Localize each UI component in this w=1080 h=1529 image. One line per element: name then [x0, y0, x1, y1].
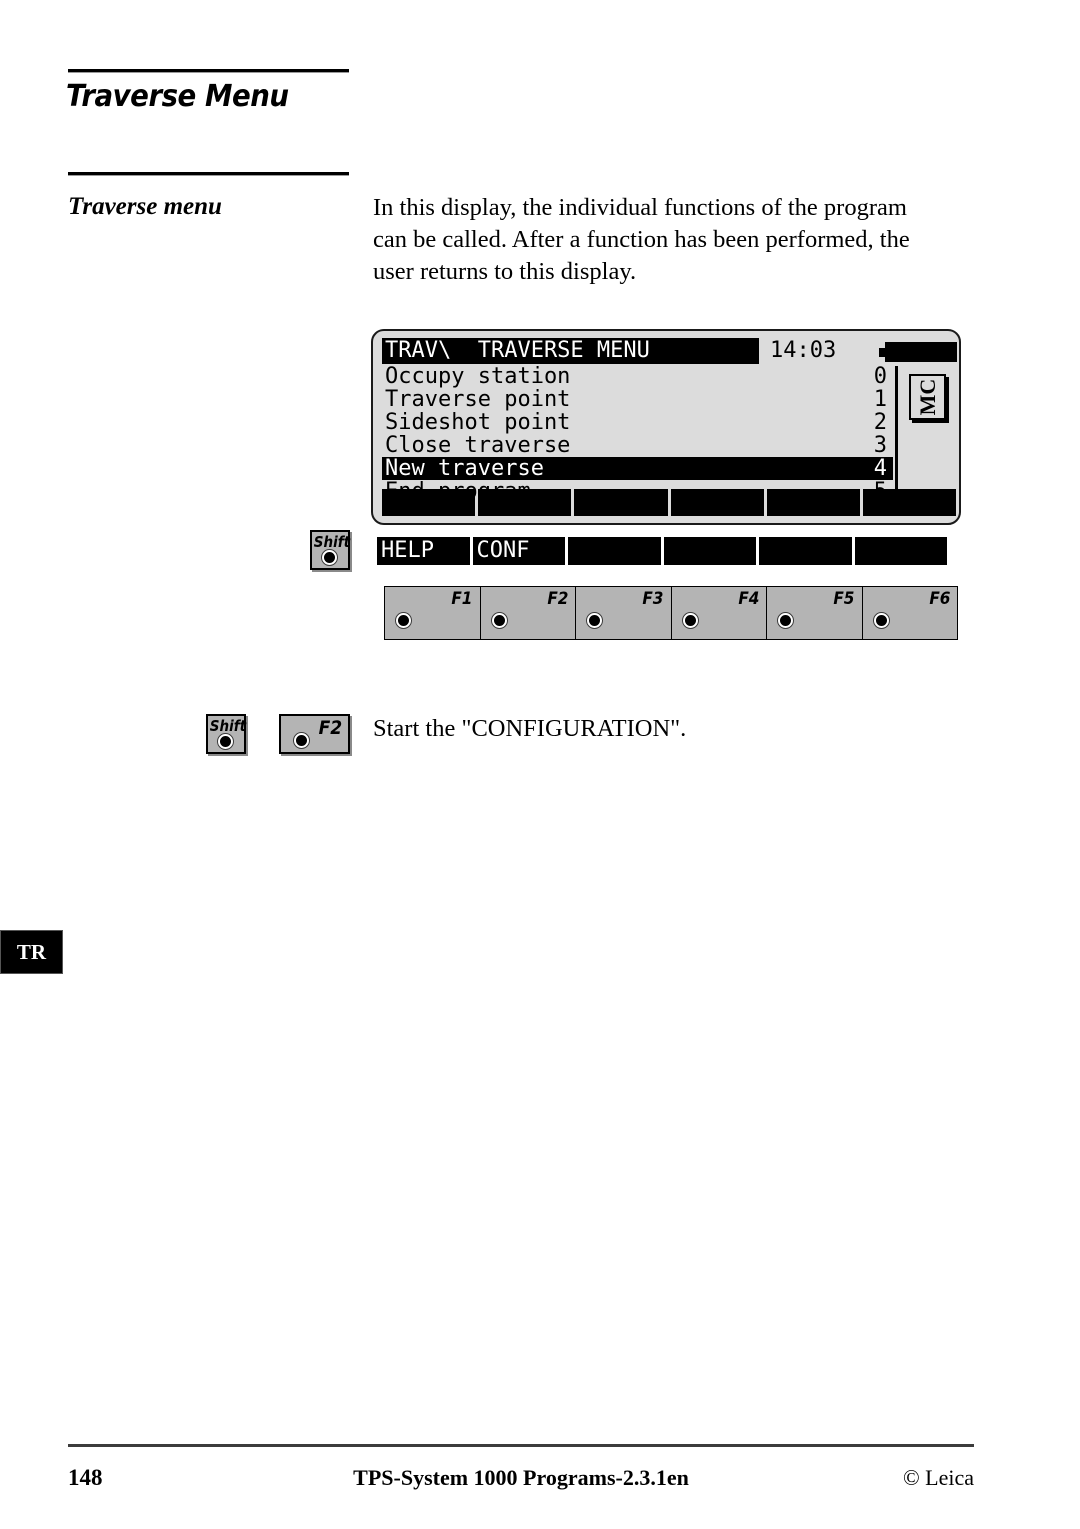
chapter-tab-tr: TR: [0, 930, 63, 974]
body-line: In this display, the individual function…: [373, 194, 907, 221]
mode-badge: MC: [909, 374, 946, 420]
function-key-f6[interactable]: F6: [863, 587, 958, 639]
softkey-empty[interactable]: [759, 537, 852, 565]
list-item[interactable]: Close traverse 3: [382, 434, 893, 457]
shift-key-instruction[interactable]: Shift: [206, 714, 246, 754]
function-key-bar: F1 F2 F3 F4 F5 F6: [384, 586, 958, 640]
body-paragraph: In this display, the individual function…: [373, 192, 973, 288]
menu-item-number: 0: [873, 364, 887, 389]
lcd-display: TRAV\ TRAVERSE MENU 14:03 Occupy station…: [371, 329, 961, 525]
key-button-dot[interactable]: [682, 613, 698, 628]
section-label: Traverse menu: [68, 193, 222, 220]
battery-body: [885, 342, 957, 362]
body-line: user returns to this display.: [373, 258, 637, 285]
page-title: Traverse Menu: [66, 79, 289, 114]
section-rule: [68, 172, 349, 176]
shift-key-label: Shift: [313, 533, 351, 551]
softkey-empty[interactable]: [854, 537, 947, 565]
softkey-help[interactable]: HELP: [377, 537, 470, 565]
menu-item-label: Occupy station: [385, 364, 571, 389]
f2-key-instruction[interactable]: F2: [279, 714, 350, 754]
function-key-label: F5: [833, 589, 855, 609]
scroll-separator: [895, 366, 898, 500]
key-button-dot[interactable]: [491, 613, 507, 628]
shifted-softkey-row: HELP CONF: [377, 537, 947, 565]
softkey-empty[interactable]: [568, 537, 661, 565]
lcd-softkey[interactable]: [478, 489, 572, 516]
lcd-softkey[interactable]: [766, 489, 860, 516]
function-key-f1[interactable]: F1: [385, 587, 481, 639]
key-button-dot[interactable]: [396, 613, 411, 628]
lcd-softkey[interactable]: [382, 489, 476, 516]
mode-badge-label: MC: [914, 378, 940, 416]
shift-key-label: Shift: [209, 717, 247, 735]
battery-full-icon: [879, 342, 957, 362]
menu-item-label: Close traverse: [385, 433, 571, 458]
lcd-softkey[interactable]: [862, 489, 957, 516]
lcd-softkey[interactable]: [670, 489, 764, 516]
list-item[interactable]: Traverse point 1: [382, 388, 893, 411]
lcd-clock: 14:03: [770, 338, 837, 363]
function-key-f4[interactable]: F4: [672, 587, 767, 639]
menu-item-label: Traverse point: [385, 387, 571, 412]
lcd-softkey[interactable]: [574, 489, 668, 516]
function-key-f5[interactable]: F5: [767, 587, 863, 639]
menu-item-label: Sideshot point: [385, 410, 571, 435]
key-button-dot[interactable]: [294, 733, 309, 748]
key-button-dot[interactable]: [778, 613, 793, 628]
body-line: can be called. After a function has been…: [373, 226, 910, 253]
function-key-f2[interactable]: F2: [481, 587, 576, 639]
menu-item-number: 3: [873, 433, 887, 458]
softkey-empty[interactable]: [663, 537, 756, 565]
lcd-softkey-row: [382, 489, 957, 516]
shift-key[interactable]: Shift: [310, 530, 350, 570]
key-button-dot[interactable]: [218, 734, 233, 749]
list-item-selected[interactable]: New traverse 4: [382, 457, 893, 480]
function-key-label: F2: [546, 589, 568, 609]
footer-rule: [68, 1444, 974, 1447]
menu-item-number: 2: [873, 410, 887, 435]
function-key-label: F2: [318, 717, 342, 739]
function-key-label: F3: [642, 589, 664, 609]
function-key-label: F1: [451, 589, 473, 609]
lcd-screen: TRAV\ TRAVERSE MENU 14:03 Occupy station…: [382, 338, 957, 516]
softkey-conf[interactable]: CONF: [472, 537, 565, 565]
title-rule-top: [68, 69, 349, 73]
function-key-f3[interactable]: F3: [576, 587, 672, 639]
function-key-label: F4: [737, 589, 759, 609]
lcd-title-bar: TRAV\ TRAVERSE MENU: [382, 338, 759, 364]
key-button-dot[interactable]: [587, 613, 602, 628]
menu-item-number: 1: [873, 387, 887, 412]
list-item[interactable]: Sideshot point 2: [382, 411, 893, 434]
key-button-dot[interactable]: [873, 613, 889, 628]
function-key-label: F6: [928, 589, 950, 609]
menu-item-number: 4: [873, 456, 887, 481]
instruction-text: Start the "CONFIGURATION".: [373, 715, 687, 742]
footer-copyright: © Leica: [902, 1465, 974, 1490]
page-footer: 148 TPS-System 1000 Programs-2.3.1en © L…: [68, 1463, 974, 1493]
key-button-dot[interactable]: [322, 550, 337, 565]
lcd-menu-list: Occupy station 0 Traverse point 1 Sidesh…: [382, 365, 893, 503]
list-item[interactable]: Occupy station 0: [382, 365, 893, 388]
footer-title: TPS-System 1000 Programs-2.3.1en: [353, 1465, 689, 1490]
menu-item-label: New traverse: [385, 456, 544, 481]
